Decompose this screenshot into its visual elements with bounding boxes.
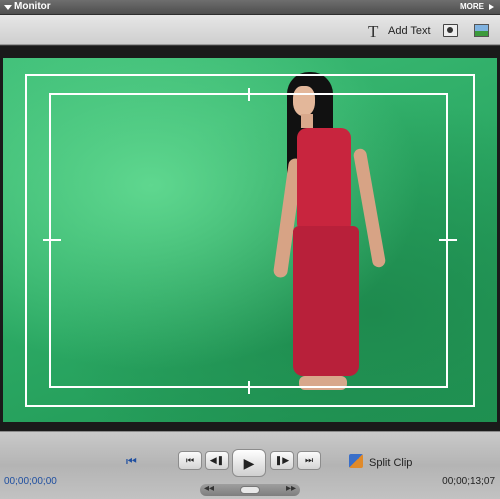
panel-title-bar: Monitor MORE	[0, 0, 500, 15]
monitor-toolbar: T Add Text	[0, 15, 500, 45]
shuttle-slider[interactable]: ◂◂ ▸▸	[200, 483, 300, 496]
more-arrow-icon[interactable]	[489, 4, 494, 10]
step-forward-button[interactable]: ❚▶	[270, 451, 294, 470]
total-duration-timecode: 00;00;13;07	[442, 476, 495, 487]
shuttle-forward-icon: ▸▸	[285, 483, 296, 494]
monitor-frame	[0, 46, 500, 431]
prev-edit-button[interactable]: ⏮	[178, 451, 202, 470]
add-text-button[interactable]: Add Text	[388, 25, 431, 37]
panel-menu-icon[interactable]	[4, 5, 12, 10]
panel-title: Monitor	[14, 1, 51, 12]
safe-tick-left	[43, 239, 61, 241]
safe-tick-right	[439, 239, 457, 241]
go-to-start-icon[interactable]: ⏮	[126, 454, 144, 468]
shuttle-rewind-icon: ◂◂	[204, 483, 215, 494]
split-clip-button[interactable]: Split Clip	[369, 457, 412, 469]
title-safe-margin	[49, 93, 448, 388]
shuttle-knob[interactable]	[240, 486, 260, 494]
play-button[interactable]: ▶	[232, 449, 266, 477]
snapshot-icon[interactable]	[443, 24, 458, 37]
step-back-button[interactable]: ◀❚	[205, 451, 229, 470]
current-timecode[interactable]: 00;00;00;00	[4, 476, 57, 487]
add-text-icon[interactable]: T	[368, 22, 378, 42]
image-icon[interactable]	[474, 24, 489, 37]
safe-tick-bottom	[248, 381, 250, 394]
safe-tick-top	[248, 88, 250, 101]
video-preview[interactable]	[3, 58, 497, 422]
next-edit-button[interactable]: ⏭	[297, 451, 321, 470]
more-button[interactable]: MORE	[460, 2, 484, 11]
split-clip-icon[interactable]	[349, 454, 363, 468]
playback-controls: ⏮ ⏮ ◀❚ ▶ ❚▶ ⏭ Split Clip 00;00;00;00 00;…	[0, 431, 500, 499]
